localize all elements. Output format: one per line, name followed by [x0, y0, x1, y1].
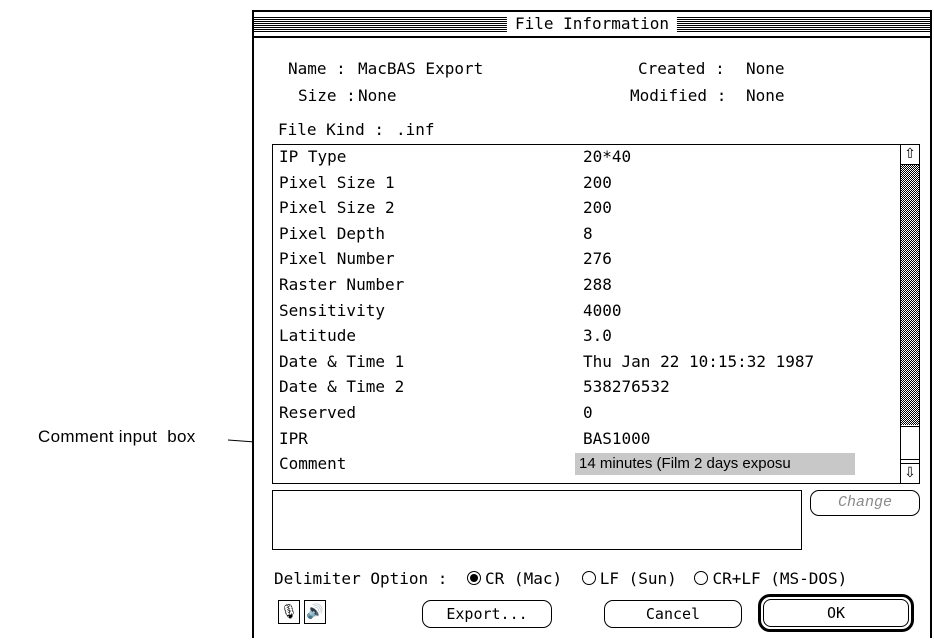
table-row[interactable]: Latitude 3.0	[273, 325, 901, 347]
table-row[interactable]: Pixel Depth 8	[273, 223, 901, 245]
field-value: 538276532	[583, 377, 670, 397]
field-value: Thu Jan 22 10:15:32 1987	[583, 351, 815, 371]
table-row[interactable]: Comment 14 minutes (Film 2 days exposu	[273, 453, 901, 476]
created-value: None	[746, 59, 785, 78]
export-button[interactable]: Export...	[422, 600, 552, 628]
field-value: 20*40	[583, 147, 632, 166]
table-row[interactable]: Pixel Number 276	[273, 248, 901, 270]
field-key: Comment	[279, 454, 347, 474]
field-key: IP Type	[279, 147, 347, 166]
microphone-icon[interactable]: 🎙	[278, 600, 300, 624]
field-value: 200	[583, 172, 612, 192]
field-value: 288	[583, 275, 612, 294]
scroll-thumb[interactable]	[901, 426, 919, 460]
speaker-icon[interactable]: 🔊	[304, 600, 326, 624]
title-bar[interactable]: File Information	[254, 12, 930, 38]
modified-value: None	[746, 86, 785, 105]
radio-crlf-msdos[interactable]: CR+LF (MS-DOS)	[694, 569, 847, 588]
field-value: 0	[583, 403, 593, 422]
table-row[interactable]: Sensitivity 4000	[273, 300, 901, 322]
table-row[interactable]: Date & Time 2 538276532	[273, 376, 901, 398]
name-label: Name :	[288, 59, 346, 78]
file-kind-label: File Kind :	[278, 120, 384, 139]
field-key: Latitude	[279, 326, 357, 346]
change-button[interactable]: Change	[810, 490, 920, 516]
table-row[interactable]: Raster Number 288	[273, 274, 901, 296]
table-row[interactable]: IPR BAS1000	[273, 428, 901, 450]
file-information-dialog: File Information Name : MacBAS Export Si…	[252, 10, 932, 638]
field-key: Raster Number	[279, 275, 405, 294]
field-value: 4000	[583, 300, 622, 320]
radio-unselected-icon	[694, 571, 709, 585]
size-label: Size :	[298, 86, 356, 105]
field-value: 8	[583, 223, 593, 243]
radio-selected-icon	[467, 571, 482, 585]
comment-input-box[interactable]	[272, 490, 802, 550]
window-title: File Information	[506, 14, 678, 34]
field-value: 3.0	[583, 326, 612, 346]
field-value: 276	[583, 249, 612, 269]
cancel-button[interactable]: Cancel	[604, 600, 742, 628]
field-key: Pixel Size 2	[279, 198, 395, 218]
radio-unselected-icon	[581, 571, 596, 585]
table-row[interactable]: Pixel Size 1 200	[273, 172, 901, 194]
ok-button-label: OK	[826, 604, 846, 622]
scroll-track[interactable]	[901, 165, 919, 425]
delimiter-label: Delimiter Option :	[274, 569, 448, 588]
ok-button[interactable]: OK	[758, 594, 914, 632]
field-key: Pixel Depth	[279, 223, 385, 243]
file-kind-value: .inf	[396, 120, 435, 139]
radio-cr-mac[interactable]: CR (Mac)	[467, 569, 562, 588]
field-key: Pixel Number	[279, 249, 395, 269]
down-arrow-icon[interactable]: ⇩	[901, 463, 919, 483]
table-row[interactable]: Pixel Size 2 200	[273, 197, 901, 219]
field-key: IPR	[279, 428, 308, 448]
field-key: Date & Time 1	[279, 351, 405, 371]
name-value: MacBAS Export	[358, 59, 484, 78]
up-arrow-icon[interactable]: ⇧	[901, 145, 919, 165]
field-key: Reserved	[279, 403, 357, 422]
field-key: Sensitivity	[279, 300, 385, 320]
delimiter-option-group: Delimiter Option : CR (Mac) LF (Sun) CR+…	[274, 568, 847, 590]
vertical-scrollbar[interactable]: ⇧ ⇩	[900, 145, 919, 483]
radio-lf-sun[interactable]: LF (Sun)	[581, 569, 677, 588]
field-key: Pixel Size 1	[279, 172, 395, 192]
modified-label: Modified :	[630, 86, 727, 105]
field-list[interactable]: IP Type 20*40 Pixel Size 1 200 Pixel Size 2 2…	[272, 144, 920, 484]
table-row[interactable]: IP Type 20*40	[273, 146, 901, 168]
comment-value-field[interactable]: 14 minutes (Film 2 days exposu	[575, 453, 855, 476]
field-value: 200	[583, 198, 612, 218]
field-key: Date & Time 2	[279, 377, 405, 397]
field-value: BAS1000	[583, 428, 651, 448]
created-label: Created :	[638, 59, 725, 78]
table-row[interactable]: Date & Time 1 Thu Jan 22 10:15:32 1987	[273, 351, 901, 373]
callout-label: Comment input box	[38, 427, 196, 446]
size-value: None	[358, 86, 397, 105]
table-row[interactable]: Reserved 0	[273, 402, 901, 424]
